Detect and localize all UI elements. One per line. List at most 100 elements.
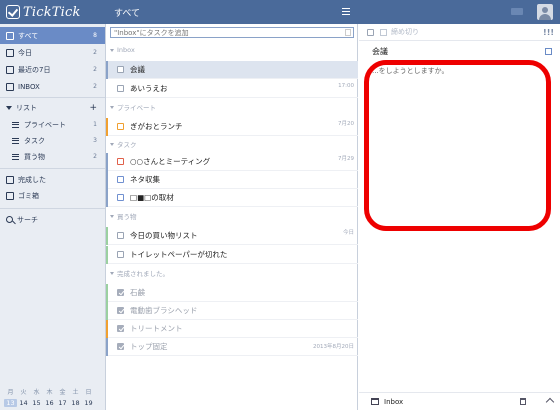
calendar-day[interactable]: 16	[43, 399, 56, 407]
task-date: 今日	[342, 230, 354, 236]
weekday-label: 木	[46, 388, 53, 396]
project-name[interactable]: Inbox	[384, 398, 403, 406]
task-title: 会議	[130, 65, 145, 74]
calendar-day[interactable]: 17	[56, 399, 69, 407]
sidebar-list-shopping[interactable]: 買う物 2	[0, 148, 105, 165]
due-date-button[interactable]: 締め切り	[380, 27, 419, 37]
sidebar-item-count: 1	[93, 121, 97, 128]
sidebar-list-private[interactable]: プライベート 1	[0, 116, 105, 133]
task-checkbox[interactable]	[117, 176, 124, 183]
chevron-up-icon[interactable]	[545, 397, 555, 407]
group-header-label: 完成されました。	[117, 270, 169, 278]
sidebar-item-search[interactable]: サーチ	[0, 211, 105, 228]
task-checkbox[interactable]	[117, 123, 124, 130]
task-color-bar	[106, 227, 108, 245]
task-checkbox-checked[interactable]	[117, 343, 124, 350]
task-row-completed[interactable]: 石鹸	[106, 284, 358, 302]
mini-calendar: 月 火 水 木 金 土 日 13 14 15 16 17 18 19	[4, 385, 102, 409]
avatar[interactable]	[537, 4, 553, 20]
task-color-bar	[106, 338, 108, 356]
calendar-day[interactable]: 19	[82, 399, 95, 407]
calendar-day[interactable]: 14	[17, 399, 30, 407]
sidebar-item-label: 最近の7日	[18, 65, 51, 74]
task-checkbox-checked[interactable]	[117, 325, 124, 332]
collapse-triangle-icon	[110, 48, 114, 52]
sort-icon[interactable]	[342, 8, 350, 15]
sidebar-item-completed[interactable]: 完成した	[0, 171, 105, 188]
calendar-day[interactable]: 15	[30, 399, 43, 407]
task-checkbox[interactable]	[117, 251, 124, 258]
task-row-completed[interactable]: トリートメント	[106, 320, 358, 338]
sidebar-item-label: タスク	[24, 136, 45, 145]
calendar-week-icon	[6, 65, 14, 74]
project-calendar-icon	[371, 398, 379, 405]
sidebar-item-inbox[interactable]: INBOX 2	[0, 78, 105, 95]
group-header-shopping[interactable]: 買う物	[106, 210, 358, 222]
task-checkbox[interactable]	[117, 194, 124, 201]
task-row[interactable]: ○○さんとミーティング 7月29	[106, 153, 358, 171]
weekday-label: 水	[33, 388, 40, 396]
task-row[interactable]: 今日の買い物リスト 今日	[106, 227, 358, 245]
group-header-inbox[interactable]: Inbox	[106, 44, 358, 56]
task-title: ネタ収集	[130, 175, 160, 184]
task-title: 石鹸	[130, 288, 145, 297]
sidebar-item-label: 買う物	[24, 152, 45, 161]
detail-title[interactable]: 会議	[372, 46, 388, 57]
sidebar-item-today[interactable]: 今日 2	[0, 44, 105, 61]
add-task-input[interactable]	[111, 28, 341, 37]
task-checkbox[interactable]	[117, 66, 124, 73]
dropdown-icon[interactable]	[345, 29, 351, 36]
group-header-completed[interactable]: 完成されました。	[106, 267, 358, 279]
task-row[interactable]: ネタ収集	[106, 171, 358, 189]
sidebar-item-trash[interactable]: ゴミ箱	[0, 187, 105, 204]
sidebar-list-tasks[interactable]: タスク 3	[0, 132, 105, 149]
group-header-private[interactable]: プライベート	[106, 101, 358, 113]
task-checkbox[interactable]	[117, 158, 124, 165]
task-checkbox[interactable]	[117, 232, 124, 239]
task-row[interactable]: □■□の取材	[106, 189, 358, 207]
search-icon	[6, 216, 13, 223]
sidebar-item-count: 8	[93, 32, 97, 39]
task-date: 7月20	[338, 121, 354, 127]
check-logo-icon	[6, 5, 20, 19]
task-color-bar	[106, 302, 108, 320]
calendar-day[interactable]: 18	[69, 399, 82, 407]
sidebar-item-all[interactable]: すべて 8	[0, 27, 105, 44]
detail-checkbox[interactable]	[367, 28, 374, 36]
sidebar-item-label: 完成した	[18, 175, 46, 184]
sidebar-item-count: 2	[93, 49, 97, 56]
note-icon[interactable]	[545, 48, 552, 55]
task-checkbox[interactable]	[117, 85, 124, 92]
task-date: 7月29	[338, 156, 354, 162]
inbox-all-icon	[6, 31, 14, 40]
task-row[interactable]: あいうえお 17:00	[106, 80, 358, 98]
collapse-triangle-icon	[110, 105, 114, 109]
lists-heading-label: リスト	[16, 103, 37, 112]
calendar-icon	[380, 28, 387, 36]
task-title: □■□の取材	[130, 193, 174, 202]
detail-footer: Inbox	[359, 392, 560, 410]
group-header-tasks[interactable]: タスク	[106, 138, 358, 150]
divider	[0, 208, 105, 209]
list-icon	[12, 153, 19, 160]
task-row[interactable]: ぎがおとランチ 7月20	[106, 118, 358, 136]
add-list-icon[interactable]: +	[89, 103, 97, 113]
task-title: あいうえお	[130, 84, 168, 93]
task-checkbox-checked[interactable]	[117, 307, 124, 314]
due-date-label: 締め切り	[391, 28, 419, 36]
task-checkbox-checked[interactable]	[117, 289, 124, 296]
task-row[interactable]: トイレットペーパーが切れた	[106, 246, 358, 264]
calendar-day-today[interactable]: 13	[4, 399, 17, 407]
detail-toolbar: 締め切り !!!	[359, 24, 560, 41]
task-row-completed[interactable]: 電動歯ブラシヘッド	[106, 302, 358, 320]
priority-icon[interactable]: !!!	[543, 28, 554, 37]
checkbox-done-icon	[6, 175, 14, 184]
sidebar-item-week[interactable]: 最近の7日 2	[0, 61, 105, 78]
delete-icon[interactable]	[520, 398, 526, 405]
task-row[interactable]: 会議	[106, 61, 358, 79]
lists-heading[interactable]: リスト +	[0, 99, 105, 116]
menu-icon[interactable]	[511, 8, 523, 15]
add-task-bar[interactable]	[110, 27, 354, 38]
group-header-label: タスク	[117, 141, 137, 149]
task-row-completed[interactable]: トップ固定 2013年8月20日	[106, 338, 358, 356]
